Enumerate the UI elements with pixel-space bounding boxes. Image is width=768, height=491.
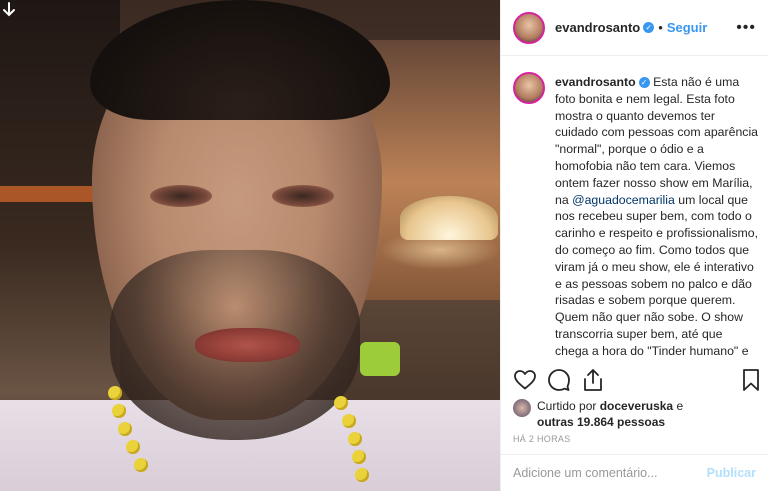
likes-text: Curtido por doceveruska e outras 19.864 … bbox=[537, 398, 683, 430]
photo-lamp bbox=[400, 196, 498, 240]
photo-lei-bead bbox=[352, 450, 366, 464]
photo-lei-bead bbox=[134, 458, 148, 472]
caption-mention-link[interactable]: @aguadocemarilia bbox=[572, 193, 675, 207]
post-timestamp[interactable]: HÁ 2 HORAS bbox=[513, 434, 571, 444]
share-icon[interactable] bbox=[581, 368, 605, 392]
comment-input[interactable] bbox=[513, 466, 707, 480]
caption-username[interactable]: evandrosanto bbox=[555, 75, 636, 89]
more-options-icon[interactable]: ••• bbox=[736, 19, 756, 37]
post-caption: evandrosanto ✓ Esta não é uma foto bonita… bbox=[513, 72, 759, 358]
post-header: evandrosanto ✓ • Seguir ••• bbox=[501, 0, 768, 56]
instagram-post: evandrosanto ✓ • Seguir ••• evandrosanto… bbox=[0, 0, 768, 491]
comment-bar: Publicar bbox=[501, 454, 768, 491]
post-sidebar: evandrosanto ✓ • Seguir ••• evandrosanto… bbox=[500, 0, 768, 491]
photo-lei-bead bbox=[348, 432, 362, 446]
publish-button[interactable]: Publicar bbox=[707, 466, 756, 480]
verified-badge-icon: ✓ bbox=[643, 22, 655, 33]
heart-icon[interactable] bbox=[513, 368, 537, 392]
photo-mouth bbox=[195, 328, 300, 362]
photo-lei-bead bbox=[342, 414, 356, 428]
liker-avatar[interactable] bbox=[513, 399, 531, 417]
photo-hair bbox=[90, 0, 390, 120]
caption-author-avatar[interactable] bbox=[513, 72, 545, 104]
likes-summary: Curtido por doceveruska e outras 19.864 … bbox=[513, 398, 759, 430]
caption-text-continued: um local que nos recebeu super bem, com … bbox=[555, 192, 759, 358]
photo-lei-bead bbox=[108, 386, 122, 400]
liked-prefix: Curtido por bbox=[537, 399, 597, 413]
post-photo[interactable] bbox=[0, 0, 500, 491]
author-avatar[interactable] bbox=[513, 11, 545, 44]
download-arrow-icon[interactable] bbox=[2, 2, 16, 18]
caption-text: Esta não é uma foto bonita e nem legal. … bbox=[555, 75, 759, 207]
photo-lei-bead bbox=[126, 440, 140, 454]
comment-icon[interactable] bbox=[547, 368, 571, 392]
follow-button[interactable]: Seguir bbox=[667, 20, 707, 35]
photo-chair bbox=[360, 342, 400, 376]
liked-by-username[interactable]: doceveruska bbox=[600, 399, 673, 413]
photo-lei-bead bbox=[118, 422, 132, 436]
photo-lei-bead bbox=[334, 396, 348, 410]
photo-right-eye bbox=[272, 185, 334, 207]
photo-lei-bead bbox=[355, 468, 369, 482]
author-username[interactable]: evandrosanto bbox=[555, 20, 640, 35]
photo-lei-bead bbox=[112, 404, 126, 418]
header-separator: • bbox=[658, 20, 663, 35]
caption-verified-badge-icon: ✓ bbox=[638, 77, 650, 89]
photo-left-eye bbox=[150, 185, 212, 207]
bookmark-icon[interactable] bbox=[739, 368, 763, 392]
post-actions bbox=[513, 368, 759, 392]
liked-others-count[interactable]: outras 19.864 pessoas bbox=[537, 415, 665, 429]
liked-and: e bbox=[676, 399, 684, 413]
caption-text-block: evandrosanto ✓ Esta não é uma foto bonita… bbox=[555, 74, 759, 358]
